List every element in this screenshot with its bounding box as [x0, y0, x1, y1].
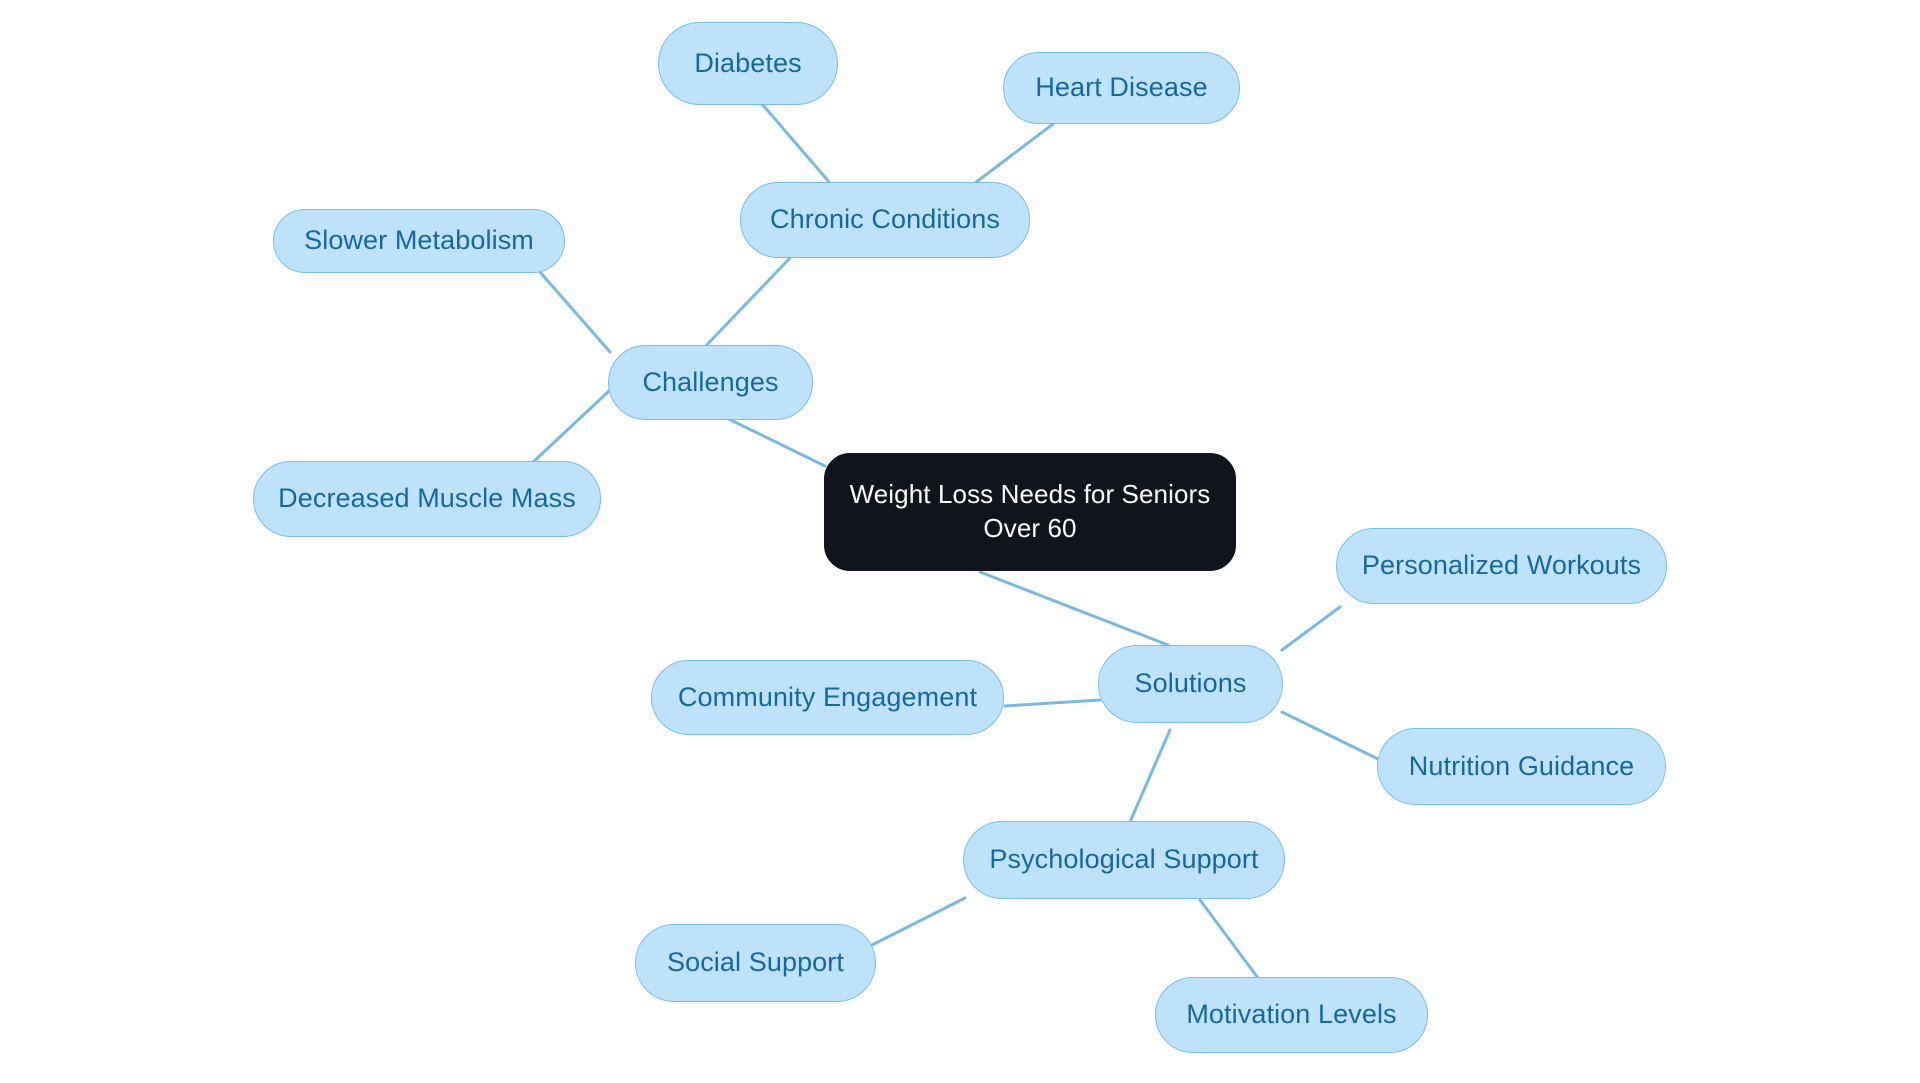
edge-solutions-community: [1003, 698, 1102, 708]
edge-solutions-psychological: [1128, 728, 1172, 824]
node-challenges[interactable]: Challenges: [608, 345, 813, 420]
node-solutions[interactable]: Solutions: [1098, 645, 1283, 723]
node-psychological-support[interactable]: Psychological Support: [963, 821, 1285, 899]
node-slower-metabolism[interactable]: Slower Metabolism: [273, 209, 565, 273]
node-community-engagement[interactable]: Community Engagement: [651, 660, 1004, 735]
node-motivation-levels-label: Motivation Levels: [1186, 999, 1397, 1030]
node-social-support-label: Social Support: [666, 947, 844, 978]
node-nutrition-guidance-label: Nutrition Guidance: [1408, 750, 1635, 781]
edge-chronic-diabetes: [760, 102, 832, 185]
node-chronic-conditions[interactable]: Chronic Conditions: [740, 182, 1030, 258]
node-root[interactable]: Weight Loss Needs for Seniors Over 60: [824, 453, 1236, 571]
node-challenges-label: Challenges: [642, 366, 779, 397]
edge-psychological-social: [870, 896, 967, 947]
edge-solutions-nutrition: [1280, 710, 1382, 762]
node-diabetes[interactable]: Diabetes: [658, 22, 838, 105]
mindmap-canvas: Weight Loss Needs for Seniors Over 60 Ch…: [0, 0, 1920, 1083]
edge-challenges-chronic: [698, 256, 792, 354]
node-social-support[interactable]: Social Support: [635, 924, 876, 1002]
node-decreased-muscle-mass-label: Decreased Muscle Mass: [278, 483, 576, 514]
node-root-label: Weight Loss Needs for Seniors Over 60: [849, 479, 1211, 543]
edge-chronic-heart: [973, 122, 1055, 185]
node-psychological-support-label: Psychological Support: [989, 844, 1259, 875]
edge-challenges-metabolism: [538, 270, 612, 354]
node-diabetes-label: Diabetes: [694, 47, 802, 78]
edge-root-solutions: [978, 570, 1170, 647]
node-nutrition-guidance[interactable]: Nutrition Guidance: [1377, 728, 1666, 805]
node-slower-metabolism-label: Slower Metabolism: [304, 225, 534, 256]
node-motivation-levels[interactable]: Motivation Levels: [1155, 977, 1428, 1053]
node-decreased-muscle-mass[interactable]: Decreased Muscle Mass: [253, 461, 601, 537]
node-personalized-workouts[interactable]: Personalized Workouts: [1336, 528, 1667, 604]
edge-challenges-muscle: [528, 388, 612, 467]
edge-solutions-workouts: [1280, 605, 1342, 652]
node-solutions-label: Solutions: [1134, 668, 1247, 699]
node-heart-disease[interactable]: Heart Disease: [1003, 52, 1240, 124]
node-chronic-conditions-label: Chronic Conditions: [770, 204, 1000, 235]
node-community-engagement-label: Community Engagement: [677, 681, 978, 712]
edge-psychological-motivation: [1198, 898, 1260, 980]
node-personalized-workouts-label: Personalized Workouts: [1361, 550, 1642, 581]
node-heart-disease-label: Heart Disease: [1035, 72, 1208, 103]
